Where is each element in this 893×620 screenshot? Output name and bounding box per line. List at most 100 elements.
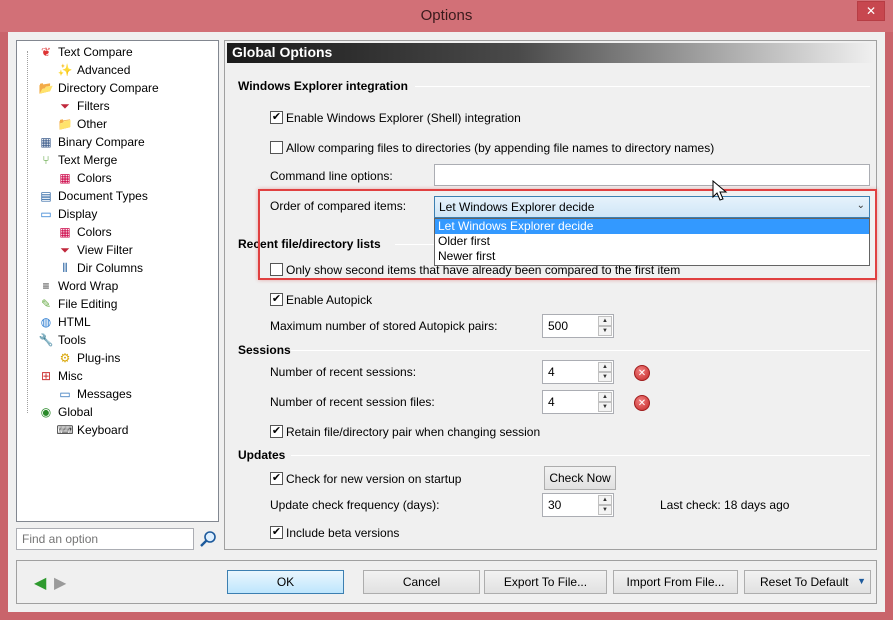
tree-item-label: Binary Compare (58, 135, 145, 149)
order-combobox[interactable]: Let Windows Explorer decide ⌄ (434, 196, 870, 218)
keyboard-icon: ⌨ (56, 423, 74, 437)
retain-checkbox[interactable]: ✔ (270, 425, 283, 438)
clear-session-files-icon[interactable]: ✕ (634, 395, 650, 411)
tree-item[interactable]: 📂 Directory Compare (38, 79, 159, 97)
wrench-icon: 🔧 (38, 333, 54, 347)
section-sessions-title: Sessions (238, 343, 291, 357)
reset-button[interactable]: Reset To Default ▼ (744, 570, 871, 594)
order-selected-value: Let Windows Explorer decide (439, 200, 595, 214)
tree-item-label: View Filter (77, 243, 133, 257)
spin-up-icon[interactable]: ▲ (598, 495, 612, 505)
message-icon: ▭ (59, 387, 71, 401)
find-option-input[interactable] (16, 528, 194, 550)
order-option[interactable]: Let Windows Explorer decide (435, 219, 869, 234)
max-pairs-spinner[interactable]: 500 ▲ ▼ (542, 314, 614, 338)
tree-item[interactable]: ⌨ Keyboard (56, 421, 128, 439)
monitor-icon: ▭ (40, 207, 52, 221)
enable-shell-checkbox[interactable]: ✔ (270, 111, 283, 124)
freq-spinner[interactable]: 30 ▲ ▼ (542, 493, 614, 517)
tree-item[interactable]: ▦ Binary Compare (38, 133, 145, 151)
tree-item[interactable]: ⏷ Filters (57, 97, 109, 115)
ok-button[interactable]: OK (227, 570, 344, 594)
tree-item[interactable]: ▤ Document Types (38, 187, 148, 205)
recent-sessions-label: Number of recent sessions: (270, 365, 417, 379)
tree-item[interactable]: ◉ Global (38, 403, 93, 421)
tree-item[interactable]: ▭ Display (38, 205, 97, 223)
tree-item[interactable]: ⚙ Plug-ins (57, 349, 121, 367)
tree-item-label: Word Wrap (58, 279, 119, 293)
panel-header: Global Options (227, 43, 874, 63)
recent-files-spinner[interactable]: 4 ▲ ▼ (542, 390, 614, 414)
cancel-button[interactable]: Cancel (363, 570, 480, 594)
tree-item[interactable]: ⑂ Text Merge (38, 151, 117, 169)
tree-item-label: Text Compare (58, 45, 133, 59)
tree-item-label: Other (77, 117, 108, 131)
tree-item-label: Advanced (77, 63, 131, 77)
tree-item[interactable]: ▦ Colors (57, 223, 111, 241)
export-button[interactable]: Export To File... (484, 570, 607, 594)
tree-item-label: Dir Columns (77, 261, 144, 275)
section-divider (415, 86, 870, 87)
order-option[interactable]: Newer first (435, 249, 869, 264)
tree-item-label: Messages (77, 387, 132, 401)
order-option[interactable]: Older first (435, 234, 869, 249)
tree-item[interactable]: 🔧 Tools (38, 331, 87, 349)
only-show-checkbox[interactable] (270, 263, 283, 276)
tree-item[interactable]: ▦ Colors (57, 169, 112, 187)
spin-down-icon[interactable]: ▼ (598, 326, 612, 336)
beta-checkbox[interactable]: ✔ (270, 526, 283, 539)
tree-item[interactable]: ⫴ Dir Columns (57, 259, 143, 277)
spin-down-icon[interactable]: ▼ (598, 402, 612, 412)
allow-dirs-checkbox[interactable] (270, 141, 283, 154)
check-startup-label: Check for new version on startup (286, 472, 462, 486)
tree-item[interactable]: ≡ Word Wrap (38, 277, 118, 295)
section-explorer-title: Windows Explorer integration (238, 79, 408, 93)
folder-compare-icon: 📂 (38, 81, 54, 95)
tree-item-label: Tools (58, 333, 87, 347)
tree-item[interactable]: ⊞ Misc (38, 367, 83, 385)
tree-item[interactable]: ⏷ View Filter (57, 241, 133, 259)
tree-item[interactable]: ❦ Text Compare (38, 43, 133, 61)
check-now-button[interactable]: Check Now (544, 466, 616, 490)
tree-item-label: Directory Compare (58, 81, 159, 95)
recent-sessions-value: 4 (548, 365, 555, 379)
close-icon: ✕ (865, 4, 877, 18)
button-bar: ◀ ▶ OK Cancel Export To File... Import F… (16, 560, 877, 604)
spin-up-icon[interactable]: ▲ (598, 362, 612, 372)
tree-item-label: File Editing (58, 297, 118, 311)
dropdown-arrow-icon[interactable]: ▼ (857, 576, 866, 586)
clear-sessions-icon[interactable]: ✕ (634, 365, 650, 381)
gear-icon: ⚙ (59, 351, 71, 365)
spin-up-icon[interactable]: ▲ (598, 316, 612, 326)
order-label: Order of compared items: (270, 199, 407, 213)
order-dropdown-list[interactable]: Let Windows Explorer decide Older first … (434, 218, 870, 266)
check-startup-checkbox[interactable]: ✔ (270, 472, 283, 485)
tree-item[interactable]: ◍ HTML (38, 313, 91, 331)
options-tree[interactable]: ❦ Text Compare ✨ Advanced 📂 Directory Compare… (16, 40, 219, 522)
reset-button-label: Reset To Default (760, 575, 849, 589)
search-button[interactable] (198, 528, 218, 550)
back-arrow-icon[interactable]: ◀ (34, 573, 46, 593)
autopick-label: Enable Autopick (286, 293, 373, 307)
tree-item[interactable]: ▭ Messages (57, 385, 132, 403)
tree-item[interactable]: 📁 Other (57, 115, 108, 133)
document-types-icon: ▤ (40, 189, 52, 203)
tree-item[interactable]: ✎ File Editing (38, 295, 117, 313)
recent-sessions-spinner[interactable]: 4 ▲ ▼ (542, 360, 614, 384)
retain-label: Retain file/directory pair when changing… (286, 425, 541, 439)
autopick-checkbox[interactable]: ✔ (270, 293, 283, 306)
forward-arrow-icon[interactable]: ▶ (54, 573, 66, 593)
spin-down-icon[interactable]: ▼ (598, 505, 612, 515)
spin-up-icon[interactable]: ▲ (598, 392, 612, 402)
import-button[interactable]: Import From File... (613, 570, 738, 594)
cmdline-input[interactable] (434, 164, 870, 186)
tree-item[interactable]: ✨ Advanced (57, 61, 131, 79)
tree-item-label: Colors (77, 171, 112, 185)
columns-icon: ⫴ (62, 260, 68, 275)
recent-files-label: Number of recent session files: (270, 395, 435, 409)
close-button[interactable]: ✕ (857, 1, 885, 21)
tree-connector (27, 51, 28, 413)
search-icon (200, 531, 216, 547)
spin-down-icon[interactable]: ▼ (598, 372, 612, 382)
tree-item-label: HTML (58, 315, 91, 329)
